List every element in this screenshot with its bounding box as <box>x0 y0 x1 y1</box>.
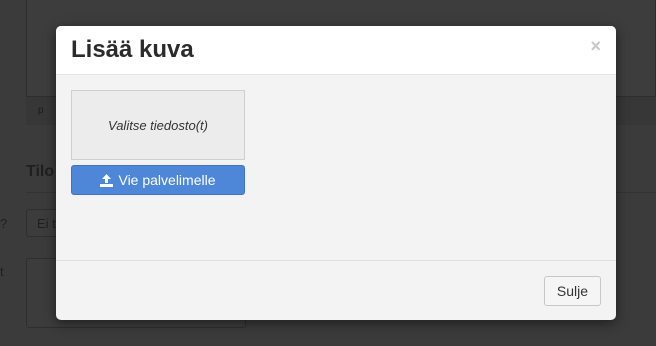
background-status-text: p <box>38 105 44 116</box>
background-heading: Tilo <box>26 163 55 180</box>
modal-title: Lisää kuva <box>71 36 194 63</box>
background-label-question: ? <box>0 216 8 231</box>
background-select-value: Ei t <box>37 216 56 231</box>
upload-button-label: Vie palvelimelle <box>118 172 216 188</box>
close-icon[interactable]: × <box>590 36 601 56</box>
upload-button[interactable]: Vie palvelimelle <box>71 165 245 195</box>
add-image-modal: Lisää kuva × Valitse tiedosto(t) Vie pal… <box>56 26 616 320</box>
close-button[interactable]: Sulje <box>544 276 601 306</box>
modal-header: Lisää kuva × <box>56 26 616 75</box>
dropzone-label: Valitse tiedosto(t) <box>108 117 208 133</box>
upload-icon <box>100 173 114 187</box>
background-label-text: t <box>0 264 4 279</box>
file-select-dropzone[interactable]: Valitse tiedosto(t) <box>71 90 245 160</box>
modal-footer: Sulje <box>56 260 616 320</box>
